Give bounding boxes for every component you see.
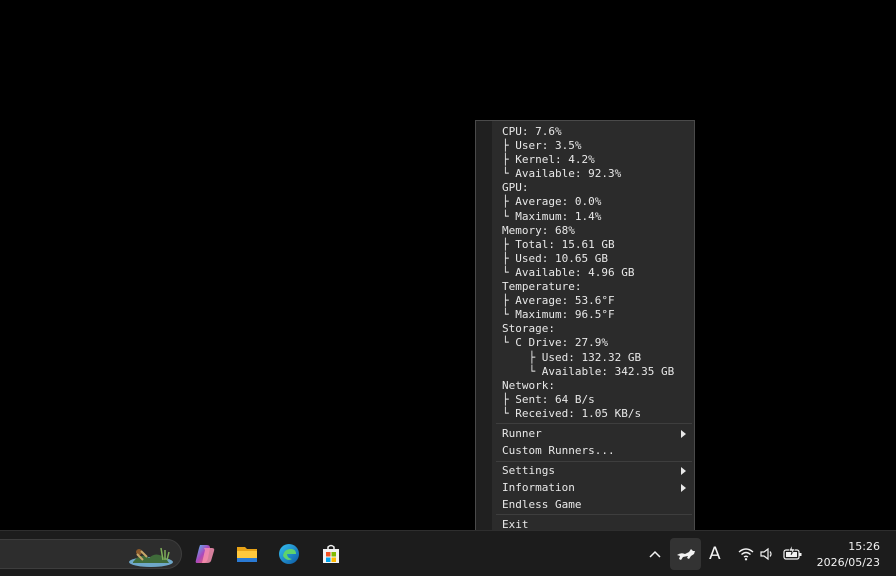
quick-settings-button[interactable] [735, 538, 805, 570]
file-explorer-icon[interactable] [235, 542, 259, 566]
chevron-right-icon [681, 430, 686, 438]
menu-item-information[interactable]: Information [492, 480, 692, 496]
stat-cpu-available: └ Available: 92.3% [502, 167, 622, 181]
stat-storage-c-drive: └ C Drive: 27.9% [502, 336, 608, 350]
menu-separator [496, 514, 692, 515]
runcat-tray-button[interactable] [670, 538, 701, 570]
running-cat-icon [677, 549, 695, 560]
stat-gpu: GPU: [502, 181, 529, 195]
search-highlight-icon [129, 547, 173, 567]
input-method-button[interactable]: A [704, 538, 728, 570]
menu-item-endless-game[interactable]: Endless Game [492, 497, 692, 513]
taskbar: A 15:26 2026/05/23 [0, 530, 896, 576]
menu-item-settings-label: Settings [502, 464, 555, 477]
menu-item-runner[interactable]: Runner [492, 426, 692, 442]
copilot-icon[interactable] [193, 542, 217, 566]
system-stats: CPU: 7.6% ├ User: 3.5% ├ Kernel: 4.2% └ … [502, 125, 674, 421]
context-menu: CPU: 7.6% ├ User: 3.5% ├ Kernel: 4.2% └ … [475, 120, 695, 534]
stat-cpu-user: ├ User: 3.5% [502, 139, 582, 153]
stat-gpu-maximum: └ Maximum: 1.4% [502, 209, 602, 223]
battery-charging-icon [783, 545, 802, 560]
wifi-icon [738, 548, 754, 561]
stat-memory: Memory: 68% [502, 223, 575, 237]
stat-cpu-kernel: ├ Kernel: 4.2% [502, 153, 595, 167]
stat-memory-total: ├ Total: 15.61 GB [502, 237, 615, 251]
ime-indicator: A [709, 544, 721, 564]
stat-storage-available: └ Available: 342.35 GB [502, 364, 675, 378]
menu-item-settings[interactable]: Settings [492, 463, 692, 479]
stat-network-received: └ Received: 1.05 KB/s [502, 406, 642, 420]
search-box[interactable] [0, 539, 182, 569]
stat-network: Network: [502, 378, 555, 392]
menu-separator [496, 423, 692, 424]
clock-time: 15:26 [848, 540, 880, 553]
clock-date: 2026/05/23 [816, 556, 880, 569]
show-hidden-icons-button[interactable] [644, 538, 666, 570]
stat-gpu-average: ├ Average: 0.0% [502, 195, 602, 209]
stat-memory-available: └ Available: 4.96 GB [502, 265, 635, 279]
stat-network-sent: ├ Sent: 64 B/s [502, 392, 595, 406]
chevron-right-icon [681, 484, 686, 492]
menu-item-custom-runners-label: Custom Runners... [502, 444, 615, 457]
stat-temperature: Temperature: [502, 280, 582, 294]
stat-memory-used: ├ Used: 10.65 GB [502, 251, 608, 265]
menu-separator [496, 461, 692, 462]
stat-storage-used: ├ Used: 132.32 GB [502, 350, 642, 364]
chevron-up-icon [649, 550, 661, 558]
volume-icon [760, 547, 772, 561]
edge-icon[interactable] [277, 542, 301, 566]
stat-temperature-maximum: └ Maximum: 96.5°F [502, 308, 615, 322]
stat-storage: Storage: [502, 322, 555, 336]
menu-item-runner-label: Runner [502, 427, 542, 440]
stat-cpu: CPU: 7.6% [502, 125, 562, 138]
menu-item-custom-runners[interactable]: Custom Runners... [492, 443, 692, 459]
chevron-right-icon [681, 467, 686, 475]
menu-item-information-label: Information [502, 481, 575, 494]
menu-gutter [476, 121, 492, 533]
microsoft-store-icon[interactable] [319, 542, 343, 566]
taskbar-clock[interactable]: 15:26 2026/05/23 [817, 539, 880, 571]
stat-temperature-average: ├ Average: 53.6°F [502, 294, 615, 308]
menu-item-endless-game-label: Endless Game [502, 498, 582, 511]
